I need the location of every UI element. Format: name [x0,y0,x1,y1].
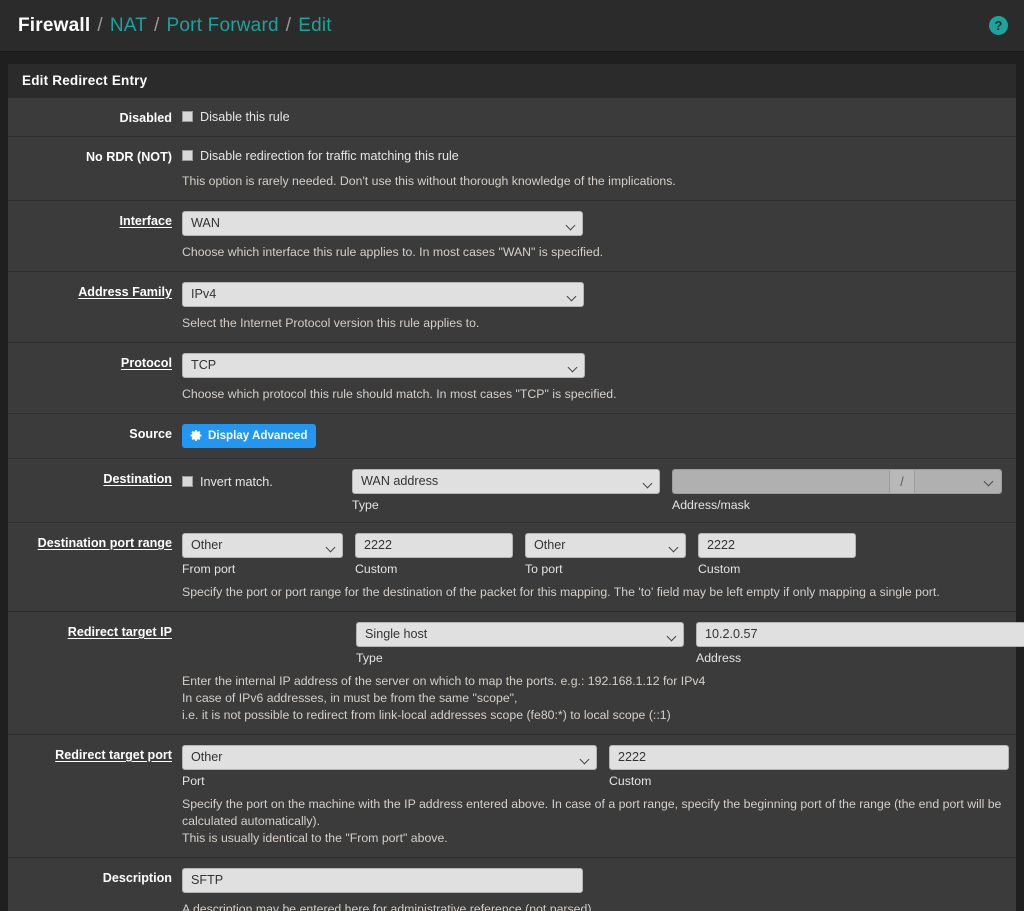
row-address-family: Address Family IPv4 Select the Internet … [8,271,1016,342]
redirect-target-port-custom-cell: 2222 Custom [609,745,1009,788]
no-rdr-checkbox-label: Disable redirection for traffic matching… [200,149,459,163]
destination-address-mask-group: / [672,469,1002,494]
redirect-target-ip-help-line3: i.e. it is not possible to redirect from… [182,707,1024,724]
row-destination: Destination Invert match. WAN address Ty… [8,458,1016,522]
breadcrumb: Firewall / NAT / Port Forward / Edit [18,15,332,37]
label-protocol: Protocol [8,353,182,403]
destination-type-select[interactable]: WAN address [352,469,660,494]
redirect-target-ip-help-line1: Enter the internal IP address of the ser… [182,673,1024,690]
page-spacer [0,52,1024,64]
breadcrumb-separator: / [286,15,291,37]
label-no-rdr: No RDR (NOT) [8,147,182,190]
row-destination-port-range: Destination port range Other From port 2… [8,522,1016,611]
label-redirect-target-ip: Redirect target IP [8,622,182,724]
redirect-target-port-select[interactable]: Other [182,745,597,770]
destination-mask-select [915,470,1001,493]
disabled-checkbox[interactable] [182,111,193,122]
destination-invert-checkbox[interactable] [182,476,193,487]
redirect-target-port-cell: Other Port [182,745,609,788]
destination-mask-cell: / Address/mask [672,469,1002,512]
row-source: Source Display Advanced [8,413,1016,458]
row-redirect-target-ip: Redirect target IP Single host Type 10.2… [8,611,1016,734]
row-redirect-target-port: Redirect target port Other Port 2222 Cus… [8,734,1016,857]
address-family-help-text: Select the Internet Protocol version thi… [182,315,1006,332]
description-help-text: A description may be entered here for ad… [182,901,1006,911]
no-rdr-checkbox[interactable] [182,150,193,161]
address-family-select[interactable]: IPv4 [182,282,584,307]
label-redirect-target-port: Redirect target port [8,745,182,847]
redirect-target-type-caption: Type [356,651,684,665]
label-address-family: Address Family [8,282,182,332]
from-port-custom-caption: Custom [355,562,513,576]
destination-port-range-help-text: Specify the port or port range for the d… [182,584,1006,601]
from-port-select[interactable]: Other [182,533,343,558]
label-disabled: Disabled [8,108,182,126]
redirect-target-port-help-line2: This is usually identical to the "From p… [182,830,1009,847]
from-port-caption: From port [182,562,343,576]
breadcrumb-separator: / [154,15,159,37]
redirect-target-port-help-line1: Specify the port on the machine with the… [182,796,1009,830]
display-advanced-label: Display Advanced [208,429,307,442]
destination-type-caption: Type [352,498,660,512]
no-rdr-help-text: This option is rarely needed. Don't use … [182,173,1006,190]
protocol-help-text: Choose which protocol this rule should m… [182,386,1006,403]
label-description: Description [8,868,182,911]
to-port-custom-caption: Custom [698,562,856,576]
panel-title: Edit Redirect Entry [8,64,1016,97]
to-port-custom-input[interactable]: 2222 [698,533,856,558]
interface-help-text: Choose which interface this rule applies… [182,244,1006,261]
destination-invert-label: Invert match. [200,475,273,489]
redirect-target-address-input[interactable]: 10.2.0.57 [696,622,1024,647]
to-port-custom-cell: 2222 Custom [698,533,868,576]
breadcrumb-root: Firewall [18,15,90,37]
redirect-target-type-cell: Single host Type [356,622,696,665]
redirect-target-address-cell: 10.2.0.57 Address [696,622,1024,665]
description-input[interactable]: SFTP [182,868,583,893]
breadcrumb-bar: Firewall / NAT / Port Forward / Edit ? [0,0,1024,52]
label-destination: Destination [8,469,182,512]
label-source: Source [8,424,182,448]
to-port-cell: Other To port [525,533,698,576]
redirect-target-port-caption: Port [182,774,597,788]
question-circle-icon[interactable]: ? [989,16,1008,35]
redirect-target-port-custom-input[interactable]: 2222 [609,745,1009,770]
row-description: Description SFTP A description may be en… [8,857,1016,911]
destination-invert-cell: Invert match. [182,469,352,512]
redirect-target-address-caption: Address [696,651,1024,665]
destination-address-input [673,470,889,493]
row-protocol: Protocol TCP Choose which protocol this … [8,342,1016,413]
interface-select[interactable]: WAN [182,211,583,236]
redirect-target-type-select[interactable]: Single host [356,622,684,647]
to-port-select[interactable]: Other [525,533,686,558]
row-disabled: Disabled Disable this rule [8,97,1016,136]
edit-redirect-entry-panel: Edit Redirect Entry Disabled Disable thi… [8,64,1016,911]
breadcrumb-link-edit[interactable]: Edit [298,15,332,37]
disabled-checkbox-label: Disable this rule [200,110,290,124]
destination-mask-caption: Address/mask [672,498,1002,512]
breadcrumb-link-port-forward[interactable]: Port Forward [167,15,279,37]
breadcrumb-separator: / [97,15,102,37]
redirect-target-port-custom-caption: Custom [609,774,1009,788]
row-interface: Interface WAN Choose which interface thi… [8,200,1016,271]
protocol-select[interactable]: TCP [182,353,585,378]
gear-icon [190,429,203,442]
destination-mask-separator: / [889,470,915,493]
destination-type-cell: WAN address Type [352,469,672,512]
from-port-custom-cell: 2222 Custom [355,533,525,576]
redirect-target-ip-help-line2: In case of IPv6 addresses, in must be fr… [182,690,1024,707]
label-destination-port-range: Destination port range [8,533,182,601]
row-no-rdr: No RDR (NOT) Disable redirection for tra… [8,136,1016,200]
breadcrumb-link-nat[interactable]: NAT [110,15,147,37]
from-port-custom-input[interactable]: 2222 [355,533,513,558]
to-port-caption: To port [525,562,686,576]
label-interface: Interface [8,211,182,261]
display-advanced-button[interactable]: Display Advanced [182,424,316,448]
from-port-cell: Other From port [182,533,355,576]
